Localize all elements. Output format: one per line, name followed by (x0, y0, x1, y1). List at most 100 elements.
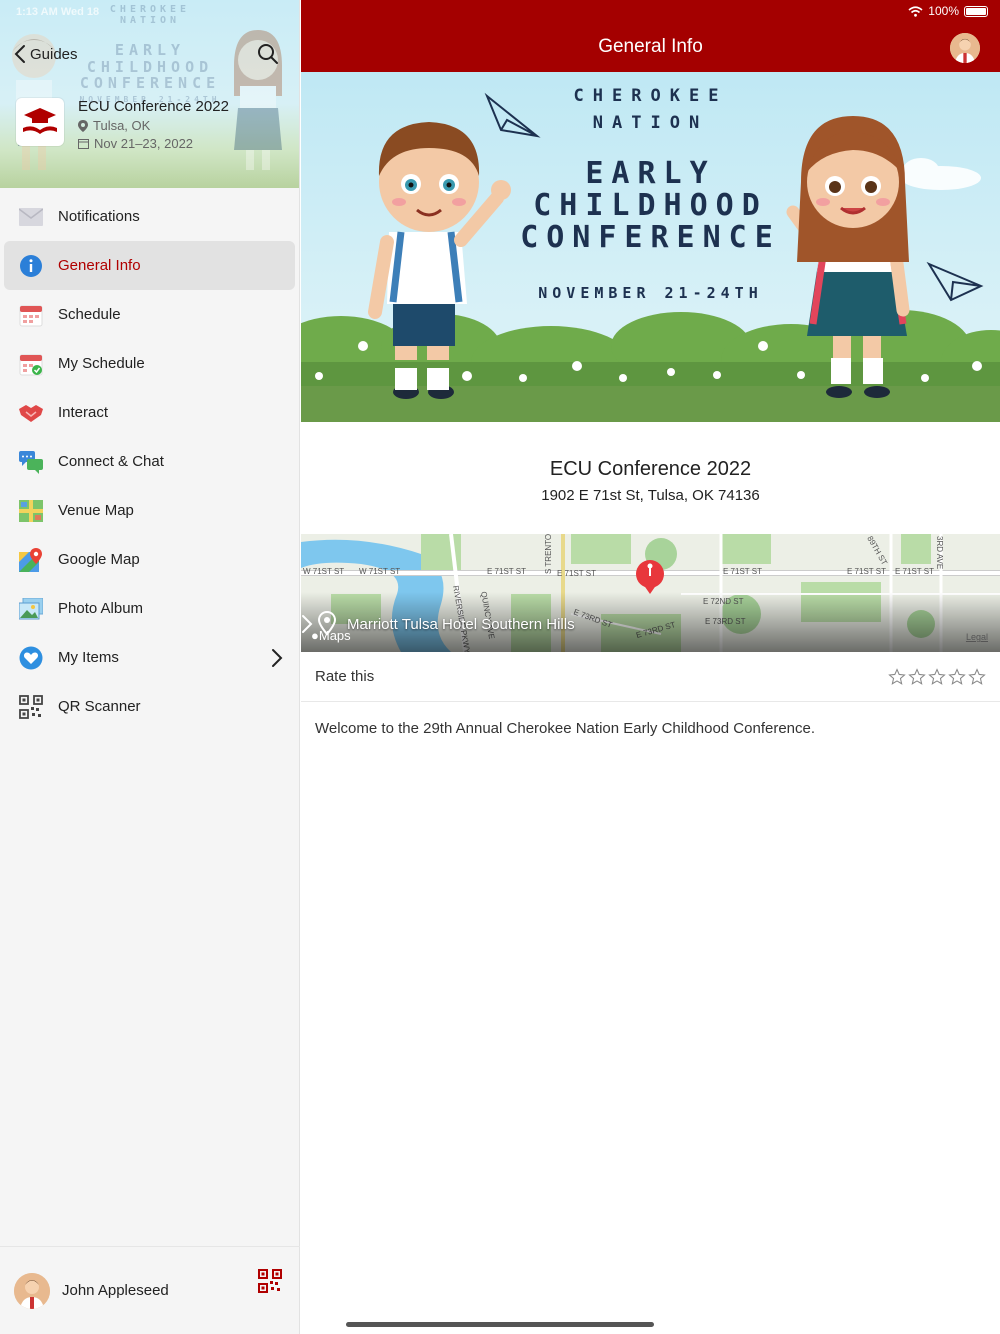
qr-code-icon (18, 694, 44, 720)
venue-map-icon (18, 498, 44, 524)
banner-headline: CHILDHOOD (533, 188, 768, 223)
svg-text:W 71ST ST: W 71ST ST (303, 567, 344, 576)
event-dates-row: Nov 21–23, 2022 (78, 136, 229, 151)
sidebar-item-label: Interact (58, 404, 109, 421)
svg-text:E 71ST ST: E 71ST ST (895, 567, 934, 576)
sidebar-item-label: My Schedule (58, 355, 145, 372)
location-map[interactable]: W 71ST ST W 71ST ST E 71ST ST E 71ST ST E 7… (301, 534, 1000, 652)
svg-text:E 71ST ST: E 71ST ST (487, 567, 526, 576)
photo-album-icon (18, 596, 44, 622)
star-icon[interactable] (908, 667, 926, 686)
rate-label: Rate this (315, 668, 375, 685)
sidebar-item-general-info[interactable]: General Info (4, 241, 295, 290)
heart-icon (18, 645, 44, 671)
google-map-icon (18, 547, 44, 573)
event-location-row: Tulsa, OK (78, 118, 229, 133)
svg-text:S TRENTON AVE: S TRENTON AVE (544, 534, 553, 574)
graduation-book-icon (23, 108, 57, 134)
sidebar-item-photo-album[interactable]: Photo Album (4, 584, 295, 633)
sidebar-item-google-map[interactable]: Google Map (4, 535, 295, 584)
sidebar-item-label: Connect & Chat (58, 453, 164, 470)
map-tiles: W 71ST ST W 71ST ST E 71ST ST E 71ST ST E 7… (301, 534, 1000, 652)
svg-text:E 71ST ST: E 71ST ST (557, 569, 596, 578)
svg-text:3RD AVE: 3RD AVE (935, 536, 944, 569)
sidebar-nav: Notifications General Info Schedule My S… (0, 188, 299, 731)
sidebar-header: 1:13 AM Wed 18 CHEROKEE NATION EARLY CHI… (0, 0, 299, 188)
banner-line: CHEROKEE (573, 86, 728, 106)
battery-percent: 100% (928, 4, 959, 18)
rate-row: Rate this (301, 652, 1000, 702)
top-navigation-bar: 100% General Info (301, 0, 1000, 72)
sidebar-item-connect-chat[interactable]: Connect & Chat (4, 437, 295, 486)
star-icon[interactable] (948, 667, 966, 686)
back-button-label: Guides (30, 45, 78, 63)
event-address[interactable]: 1902 E 71st St, Tulsa, OK 74136 (301, 487, 1000, 504)
avatar[interactable] (950, 33, 980, 63)
ghost-line: NATION (119, 15, 181, 26)
event-dates: Nov 21–23, 2022 (94, 136, 194, 151)
handshake-icon (18, 400, 44, 426)
sidebar-item-label: Venue Map (58, 502, 134, 519)
sidebar-item-my-items[interactable]: My Items (4, 633, 295, 682)
chat-bubbles-icon (18, 449, 44, 475)
sidebar-item-notifications[interactable]: Notifications (4, 192, 295, 241)
banner-date: NOVEMBER 21-24TH (538, 284, 763, 302)
sidebar-item-label: General Info (58, 257, 141, 274)
sidebar-item-label: Notifications (58, 208, 140, 225)
star-rating[interactable] (888, 667, 986, 686)
user-name: John Appleseed (62, 1282, 169, 1299)
maps-brand-label: Maps (318, 628, 351, 643)
event-location: Tulsa, OK (93, 118, 151, 133)
ghost-line: CHEROKEE (109, 4, 191, 15)
event-name: ECU Conference 2022 (78, 98, 229, 115)
sidebar-item-schedule[interactable]: Schedule (4, 290, 295, 339)
page-title: General Info (598, 36, 703, 57)
event-info: ECU Conference 2022 1902 E 71st St, Tuls… (301, 422, 1000, 534)
ghost-line: CHILDHOOD (86, 57, 214, 76)
banner-headline: CONFERENCE (520, 220, 781, 255)
calendar-check-icon (18, 351, 44, 377)
main-content: 100% General Info CHEROKEE NATION EARLY … (301, 0, 1000, 1334)
battery-icon (964, 5, 988, 17)
search-icon[interactable] (256, 42, 280, 66)
banner-headline: EARLY (585, 156, 716, 191)
ghost-line: EARLY (114, 41, 186, 59)
calendar-small-icon (78, 139, 89, 149)
sidebar-item-label: QR Scanner (58, 698, 141, 715)
user-footer[interactable]: John Appleseed (0, 1246, 300, 1334)
star-icon[interactable] (968, 667, 986, 686)
svg-text:W 71ST ST: W 71ST ST (359, 567, 400, 576)
star-icon[interactable] (928, 667, 946, 686)
star-icon[interactable] (888, 667, 906, 686)
chevron-left-icon (14, 45, 25, 63)
svg-text:E 71ST ST: E 71ST ST (847, 567, 886, 576)
sidebar-item-label: Google Map (58, 551, 140, 568)
event-card[interactable]: ECU Conference 2022 Tulsa, OK Nov 21–23,… (16, 98, 229, 151)
sidebar-item-interact[interactable]: Interact (4, 388, 295, 437)
svg-text:E 71ST ST: E 71ST ST (723, 567, 762, 576)
banner-line: NATION (592, 113, 709, 133)
sidebar-item-my-schedule[interactable]: My Schedule (4, 339, 295, 388)
app-root: 1:13 AM Wed 18 CHEROKEE NATION EARLY CHI… (0, 0, 1000, 1334)
sidebar-item-label: Schedule (58, 306, 121, 323)
chevron-right-icon (272, 649, 283, 667)
chevron-right-icon (302, 615, 313, 633)
event-logo (16, 98, 64, 146)
map-place-name: Marriott Tulsa Hotel Southern Hills (347, 616, 575, 633)
sidebar: 1:13 AM Wed 18 CHEROKEE NATION EARLY CHI… (0, 0, 300, 1334)
wifi-icon (908, 5, 923, 17)
sidebar-item-qr-scanner[interactable]: QR Scanner (4, 682, 295, 731)
sidebar-item-label: My Items (58, 649, 119, 666)
back-to-guides-button[interactable]: Guides (14, 44, 78, 64)
home-indicator (346, 1322, 654, 1327)
status-indicators: 100% (908, 4, 988, 18)
map-legal-link[interactable]: Legal (966, 632, 988, 642)
event-description: Welcome to the 29th Annual Cherokee Nati… (315, 720, 816, 737)
envelope-icon (18, 204, 44, 230)
maps-brand: ●Maps (311, 628, 351, 643)
event-banner: CHEROKEE NATION EARLY CHILDHOOD CONFEREN… (301, 72, 1000, 422)
sidebar-item-venue-map[interactable]: Venue Map (4, 486, 295, 535)
qr-code-icon[interactable] (258, 1269, 282, 1293)
sidebar-banner-ghost: CHEROKEE NATION EARLY CHILDHOOD CONFEREN… (70, 4, 230, 104)
event-meta: ECU Conference 2022 Tulsa, OK Nov 21–23,… (78, 98, 229, 151)
